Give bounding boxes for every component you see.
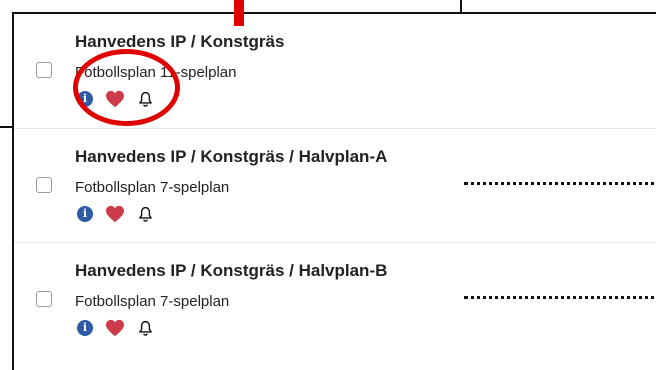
select-checkbox[interactable] bbox=[36, 177, 52, 193]
heart-icon[interactable] bbox=[105, 90, 125, 108]
bell-icon[interactable] bbox=[137, 319, 154, 337]
facility-title[interactable]: Hanvedens IP / Konstgräs / Halvplan-A bbox=[75, 147, 387, 167]
facility-type: Fotbollsplan 7-spelplan bbox=[75, 293, 230, 310]
facility-title[interactable]: Hanvedens IP / Konstgräs / Halvplan-B bbox=[75, 261, 387, 281]
facility-type: Fotbollsplan 7-spelplan bbox=[75, 179, 230, 196]
select-checkbox[interactable] bbox=[36, 291, 52, 307]
bell-icon[interactable] bbox=[137, 90, 154, 108]
info-icon[interactable]: i bbox=[77, 91, 93, 107]
annotation-circle bbox=[73, 49, 180, 126]
action-icons: i bbox=[77, 90, 154, 108]
facility-list-panel: Hanvedens IP / Konstgräs Fotbollsplan 11… bbox=[12, 12, 656, 370]
heart-icon[interactable] bbox=[105, 319, 125, 337]
list-item: Hanvedens IP / Konstgräs / Halvplan-B Fo… bbox=[14, 242, 656, 356]
action-icons: i bbox=[77, 319, 154, 337]
facility-type: Fotbollsplan 11-spelplan bbox=[75, 64, 237, 81]
annotation-marker bbox=[234, 0, 244, 26]
screenshot-stage: Hanvedens IP / Konstgräs Fotbollsplan 11… bbox=[0, 0, 656, 370]
select-checkbox[interactable] bbox=[36, 62, 52, 78]
bell-icon[interactable] bbox=[137, 205, 154, 223]
annotation-dotted-line bbox=[464, 296, 656, 299]
info-icon[interactable]: i bbox=[77, 320, 93, 336]
info-icon[interactable]: i bbox=[77, 206, 93, 222]
action-icons: i bbox=[77, 205, 154, 223]
list-item: Hanvedens IP / Konstgräs Fotbollsplan 11… bbox=[14, 14, 656, 128]
heart-icon[interactable] bbox=[105, 205, 125, 223]
facility-title[interactable]: Hanvedens IP / Konstgräs bbox=[75, 32, 284, 52]
annotation-dotted-line bbox=[464, 182, 656, 185]
list-item: Hanvedens IP / Konstgräs / Halvplan-A Fo… bbox=[14, 128, 656, 242]
